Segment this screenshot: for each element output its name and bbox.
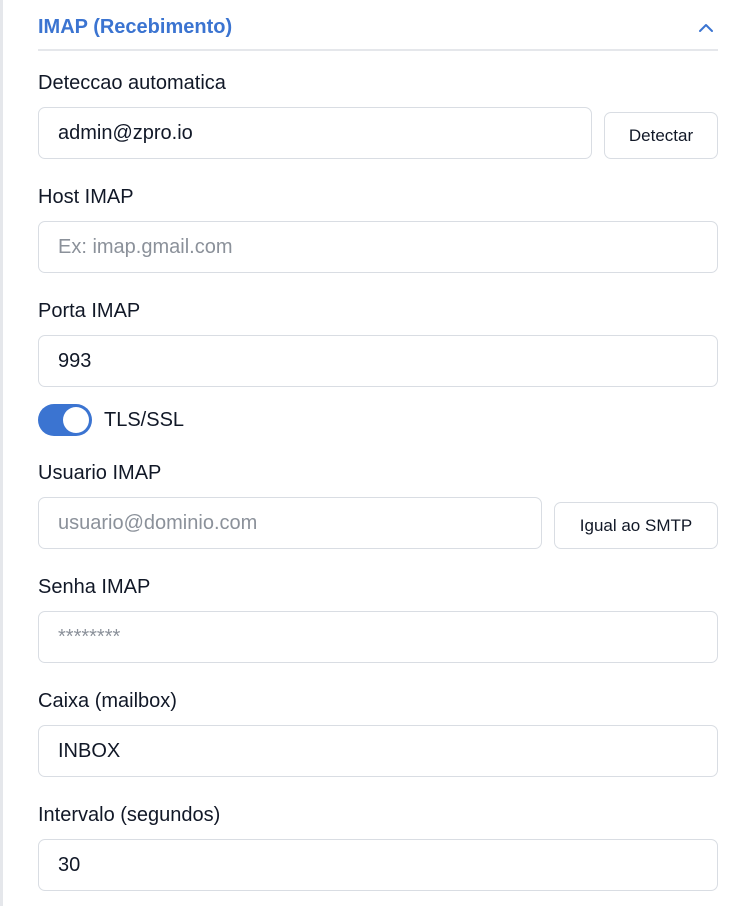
section-header[interactable]: IMAP (Recebimento) [38,0,718,51]
imap-port-field[interactable] [38,335,718,387]
left-border [0,0,3,906]
same-as-smtp-button[interactable]: Igual ao SMTP [554,502,718,549]
interval-label: Intervalo (segundos) [38,804,221,826]
imap-user-field[interactable] [38,497,542,549]
interval-field[interactable] [38,839,718,891]
imap-settings-panel: IMAP (Recebimento) Deteccao automatica D… [38,0,718,891]
imap-host-field[interactable] [38,221,718,273]
imap-password-field[interactable] [38,611,718,663]
chevron-up-icon[interactable] [696,18,716,38]
detect-button[interactable]: Detectar [604,112,718,159]
tls-toggle[interactable] [38,404,92,436]
password-label: Senha IMAP [38,576,151,598]
host-label: Host IMAP [38,186,134,208]
tls-label: TLS/SSL [104,409,185,431]
section-title: IMAP (Recebimento) [38,16,233,38]
mailbox-label: Caixa (mailbox) [38,690,177,712]
toggle-knob [63,407,89,433]
mailbox-field[interactable] [38,725,718,777]
autodetect-label: Deteccao automatica [38,72,226,94]
port-label: Porta IMAP [38,300,141,322]
autodetect-email-field[interactable] [38,107,592,159]
user-label: Usuario IMAP [38,462,162,484]
